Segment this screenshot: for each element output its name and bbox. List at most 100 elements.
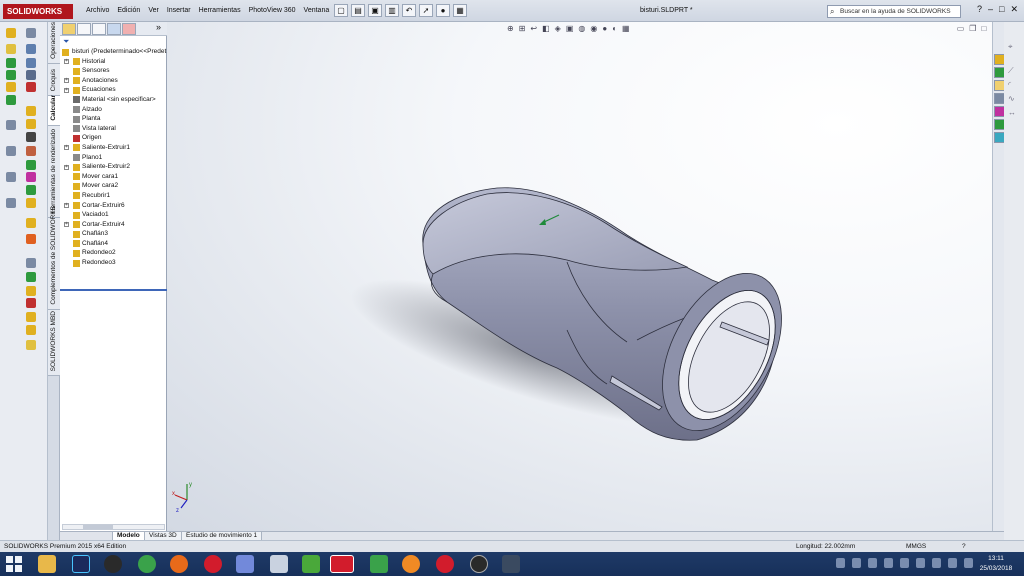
tab-calcular[interactable]: Calcular — [48, 95, 60, 126]
tree-item[interactable]: + Cortar-Extruir6 — [60, 201, 167, 211]
opera-taskbar-icon[interactable] — [204, 555, 222, 573]
deviation-icon[interactable] — [26, 172, 36, 182]
undercut-icon[interactable] — [26, 185, 36, 195]
blender-taskbar-icon[interactable] — [402, 555, 420, 573]
graphics-area[interactable]: ⊕ ⊞ ↩ ◧ ◈ ▣ ◍ ◉ ● ◐ ▦ ▭ ❐ □ ✕ — [167, 22, 1004, 532]
solidworks-logo[interactable]: SOLIDWORKS — [3, 4, 73, 19]
tray-icon-6[interactable] — [916, 558, 925, 568]
extrude-icon[interactable] — [6, 44, 16, 54]
curvature-icon[interactable] — [6, 146, 16, 156]
tree-item[interactable]: Recubrir1 — [60, 191, 167, 201]
tree-item[interactable]: + Historial — [60, 57, 167, 67]
tolerance-icon[interactable] — [26, 340, 36, 350]
tree-item[interactable]: + Cortar-Extruir4 — [60, 220, 167, 230]
zebra-icon[interactable] — [26, 132, 36, 142]
minecraft-taskbar-icon[interactable] — [302, 555, 320, 573]
help-search-input[interactable]: ⌕ Buscar en la ayuda de SOLIDWORKS — [827, 5, 961, 18]
shell-icon[interactable] — [6, 95, 16, 105]
tree-item[interactable]: Planta — [60, 114, 167, 124]
model-viewport[interactable]: x y z — [167, 22, 1004, 532]
expand-icon[interactable]: + — [64, 78, 69, 84]
solidworks-taskbar-icon[interactable] — [330, 555, 354, 573]
rebuild-icon[interactable]: ● — [436, 4, 450, 17]
menu-archivo[interactable]: Archivo — [82, 0, 113, 22]
network-icon[interactable] — [932, 558, 941, 568]
tree-item[interactable]: Chaflán4 — [60, 239, 167, 249]
section-icon[interactable] — [6, 120, 16, 130]
dimension-icon[interactable] — [26, 28, 36, 38]
weld-icon[interactable] — [26, 325, 36, 335]
tray-icon-1[interactable] — [836, 558, 845, 568]
plastics-icon[interactable] — [26, 298, 36, 308]
help-icon[interactable]: ? — [977, 4, 982, 15]
tray-icon-5[interactable] — [900, 558, 909, 568]
sustainability-icon[interactable] — [26, 272, 36, 282]
calculator-taskbar-icon[interactable] — [270, 555, 288, 573]
menu-ver[interactable]: Ver — [144, 0, 163, 22]
costing-icon[interactable] — [26, 258, 36, 268]
windows-start-icon[interactable] — [6, 556, 22, 572]
unit-system[interactable]: MMGS — [906, 541, 926, 552]
tab-complementos[interactable]: Complementos de SOLIDWORKS — [48, 206, 60, 310]
thickness-icon[interactable] — [26, 160, 36, 170]
symmetry-icon[interactable] — [26, 146, 36, 156]
tree-item[interactable]: Redondeo2 — [60, 248, 167, 258]
sketch-line-icon[interactable]: ⟋ — [1008, 66, 1014, 76]
select-pointer-icon[interactable]: ➚ — [419, 4, 433, 17]
photoshop-taskbar-icon[interactable] — [72, 555, 90, 573]
new-document-icon[interactable]: ▢ — [334, 4, 348, 17]
menu-insertar[interactable]: Insertar — [163, 0, 195, 22]
tray-icon-3[interactable] — [868, 558, 877, 568]
tree-item[interactable]: Vista lateral — [60, 124, 167, 134]
tray-icon-4[interactable] — [884, 558, 893, 568]
taskbar-clock[interactable]: 13:11 25/03/2018 — [974, 554, 1018, 574]
close-icon[interactable]: ✕ — [1010, 4, 1018, 15]
draft-icon[interactable] — [26, 119, 36, 129]
menu-edicion[interactable]: Edición — [113, 0, 144, 22]
tree-item[interactable]: + Saliente-Extruir1 — [60, 143, 167, 153]
revolve-icon[interactable] — [6, 58, 16, 68]
mass-icon[interactable] — [26, 82, 36, 92]
sketch-icon[interactable] — [6, 28, 16, 38]
scroll-thumb[interactable] — [83, 525, 113, 529]
tree-item[interactable]: + Anotaciones — [60, 76, 167, 86]
tree-item[interactable]: Mover cara1 — [60, 172, 167, 182]
open-folder-icon[interactable]: ▤ — [351, 4, 365, 17]
mirror-icon[interactable] — [26, 58, 36, 68]
display-manager-tab-icon[interactable] — [122, 23, 136, 35]
numbered-app-taskbar-icon[interactable] — [436, 555, 454, 573]
configurationmanager-tab-icon[interactable] — [92, 23, 106, 35]
flow-icon[interactable] — [26, 286, 36, 296]
panel-horizontal-scrollbar[interactable] — [62, 524, 165, 530]
arc-icon[interactable]: ◜ — [1008, 80, 1011, 89]
tray-icon-2[interactable] — [852, 558, 861, 568]
keyboard-icon[interactable] — [964, 558, 973, 568]
print-icon[interactable]: ▥ — [385, 4, 399, 17]
tab-operaciones[interactable]: Operaciones — [48, 22, 60, 64]
tab-herramientas-renderizado[interactable]: Herramientas de renderizado — [48, 126, 60, 218]
tree-item[interactable]: Plano1 — [60, 153, 167, 163]
status-help-icon[interactable]: ? — [962, 541, 966, 552]
expand-icon[interactable]: + — [64, 87, 69, 93]
firefox-taskbar-icon[interactable] — [170, 555, 188, 573]
tree-item[interactable]: + Saliente-Extruir2 — [60, 162, 167, 172]
design-check-icon[interactable] — [26, 312, 36, 322]
expand-icon[interactable]: + — [64, 145, 69, 151]
filter-icon[interactable]: ⏷ — [63, 37, 69, 47]
menu-ventana[interactable]: Ventana — [300, 0, 334, 22]
loft-icon[interactable] — [6, 82, 16, 92]
minimize-icon[interactable]: – — [988, 4, 993, 15]
steam-taskbar-icon[interactable] — [104, 555, 122, 573]
expand-icon[interactable]: + — [64, 203, 69, 208]
options-icon[interactable]: ▦ — [453, 4, 467, 17]
check-icon[interactable] — [26, 106, 36, 116]
tab-croquis[interactable]: Croquis — [48, 64, 60, 96]
expand-icon[interactable]: + — [64, 164, 69, 170]
tree-root[interactable]: bisturi (Predeterminado<<Predet — [60, 47, 167, 57]
expand-icon[interactable]: + — [64, 222, 69, 228]
compare-icon[interactable] — [26, 218, 36, 228]
simulation-icon[interactable] — [26, 234, 36, 244]
featuremanager-tab-icon[interactable] — [62, 23, 76, 35]
grid-icon[interactable] — [26, 44, 36, 54]
expand-icon[interactable]: + — [64, 59, 69, 65]
